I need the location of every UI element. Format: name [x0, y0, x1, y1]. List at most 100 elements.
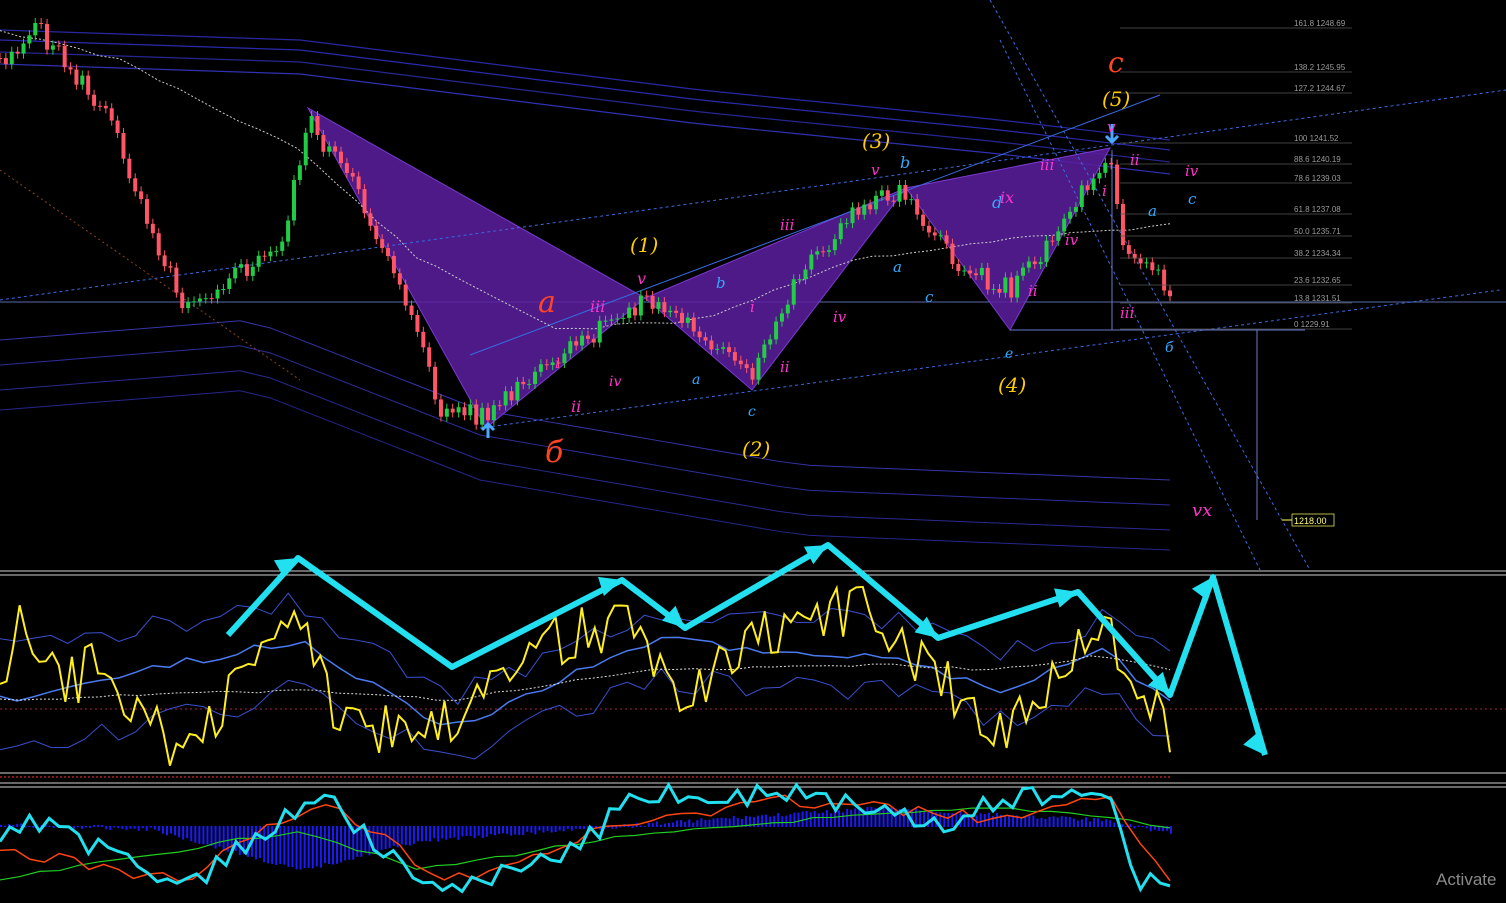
- candle-body: [968, 270, 973, 274]
- macd-histogram-bar: [510, 826, 513, 836]
- macd-histogram-bar: [331, 826, 334, 865]
- candle-body: [879, 190, 884, 196]
- candle-body: [821, 251, 826, 253]
- wave-label: a: [538, 285, 556, 320]
- macd-histogram-bar: [882, 806, 885, 827]
- macd-histogram-bar: [283, 826, 286, 865]
- candle-body: [1032, 261, 1037, 265]
- macd-histogram-bar: [72, 826, 75, 829]
- macd-histogram-bar: [202, 826, 205, 845]
- macd-histogram-bar: [724, 817, 727, 827]
- candle-body: [997, 288, 1002, 293]
- candle-body: [1162, 269, 1167, 291]
- macd-histogram-bar: [902, 809, 905, 827]
- candle-body: [339, 151, 344, 164]
- candle-body: [703, 337, 708, 341]
- wave-label: (4): [998, 373, 1026, 397]
- macd-histogram-bar: [1044, 818, 1047, 827]
- macd-histogram-bar: [149, 826, 152, 828]
- candle-body: [403, 284, 408, 306]
- candle-body: [344, 163, 349, 173]
- macd-histogram-bar: [255, 826, 258, 860]
- candle-body: [521, 381, 526, 385]
- ma-band-upper: [0, 51, 1171, 163]
- macd-histogram-bar: [153, 826, 156, 830]
- candle-body: [1120, 204, 1125, 246]
- candle-body: [474, 404, 479, 425]
- macd-histogram-bar: [870, 806, 873, 827]
- macd-histogram-bar: [101, 825, 104, 827]
- candle-body: [174, 267, 179, 293]
- macd-histogram-bar: [1137, 825, 1140, 827]
- macd-histogram-bar: [1129, 824, 1132, 827]
- candle-body: [962, 270, 967, 272]
- macd-histogram-bar: [125, 826, 128, 830]
- chart-canvas: 161.8 1248.69 138.2 1245.95 127.2 1244.67 1…: [0, 0, 1506, 894]
- macd-histogram-bar: [866, 806, 869, 827]
- macd-histogram-bar: [1064, 816, 1067, 827]
- wave-label: iv: [609, 374, 621, 390]
- macd-histogram-bar: [688, 819, 691, 827]
- candle-body: [715, 348, 720, 350]
- fib-level-label: 61.8 1237.08: [1294, 205, 1341, 214]
- macd-histogram-bar: [692, 822, 695, 827]
- candle-body: [462, 407, 467, 416]
- ma-band-lower: [0, 345, 1171, 506]
- candle-body: [580, 335, 585, 346]
- candle-body: [991, 288, 996, 290]
- candle-body: [9, 51, 14, 65]
- candle-body: [374, 225, 379, 240]
- candle-body: [938, 235, 943, 237]
- macd-histogram-bar: [348, 826, 351, 860]
- candle-body: [1073, 207, 1078, 212]
- candle-body: [56, 45, 61, 47]
- candle-body: [156, 233, 161, 256]
- candle-body: [262, 255, 267, 257]
- macd-histogram-bar: [186, 826, 189, 839]
- macd-histogram-bar: [530, 826, 533, 833]
- candle-body: [903, 185, 908, 200]
- candle-body: [239, 264, 244, 268]
- ma-band-upper: [0, 39, 1171, 151]
- candle-body: [774, 321, 779, 340]
- candle-body: [638, 295, 643, 316]
- macd-histogram-bar: [663, 823, 666, 827]
- candle-body: [244, 264, 249, 276]
- macd-histogram-bar: [947, 812, 950, 827]
- candle-body: [891, 200, 896, 202]
- candle-body: [527, 383, 532, 385]
- macd-histogram-bar: [728, 818, 731, 827]
- macd-histogram-bar: [1125, 826, 1128, 828]
- wave-label: a: [692, 372, 700, 388]
- candle-body: [1115, 164, 1120, 205]
- candle-body: [921, 214, 926, 226]
- candle-body: [1038, 261, 1043, 265]
- macd-histogram-bar: [323, 826, 326, 864]
- macd-histogram-bar: [1089, 821, 1092, 827]
- wave-label: c: [748, 404, 756, 420]
- candle-body: [109, 108, 114, 121]
- candle-body: [950, 243, 955, 264]
- wave-label: d: [992, 193, 1002, 212]
- macd-histogram-bar: [785, 815, 788, 827]
- fib-level-label: 0 1229.91: [1294, 320, 1330, 329]
- macd-histogram-bar: [574, 826, 577, 829]
- candle-body: [315, 116, 320, 135]
- candle-body: [197, 298, 202, 302]
- macd-histogram-bar: [319, 826, 322, 868]
- macd-histogram-bar: [1084, 817, 1087, 827]
- macd-histogram-bar: [647, 822, 650, 827]
- macd-histogram-bar: [477, 826, 480, 836]
- macd-histogram-bar: [412, 826, 415, 844]
- candle-body: [644, 295, 649, 297]
- candle-body: [209, 298, 214, 300]
- candle-body: [909, 199, 914, 201]
- wave-label-minor: ii: [780, 358, 790, 376]
- macd-histogram-bar: [1105, 819, 1108, 827]
- macd-histogram-bar: [850, 809, 853, 827]
- macd-histogram-bar: [109, 826, 112, 831]
- candle-body: [591, 338, 596, 343]
- candle-body: [685, 317, 690, 323]
- fib-level-label: 38.2 1234.34: [1294, 249, 1341, 258]
- macd-histogram-bar: [566, 826, 569, 830]
